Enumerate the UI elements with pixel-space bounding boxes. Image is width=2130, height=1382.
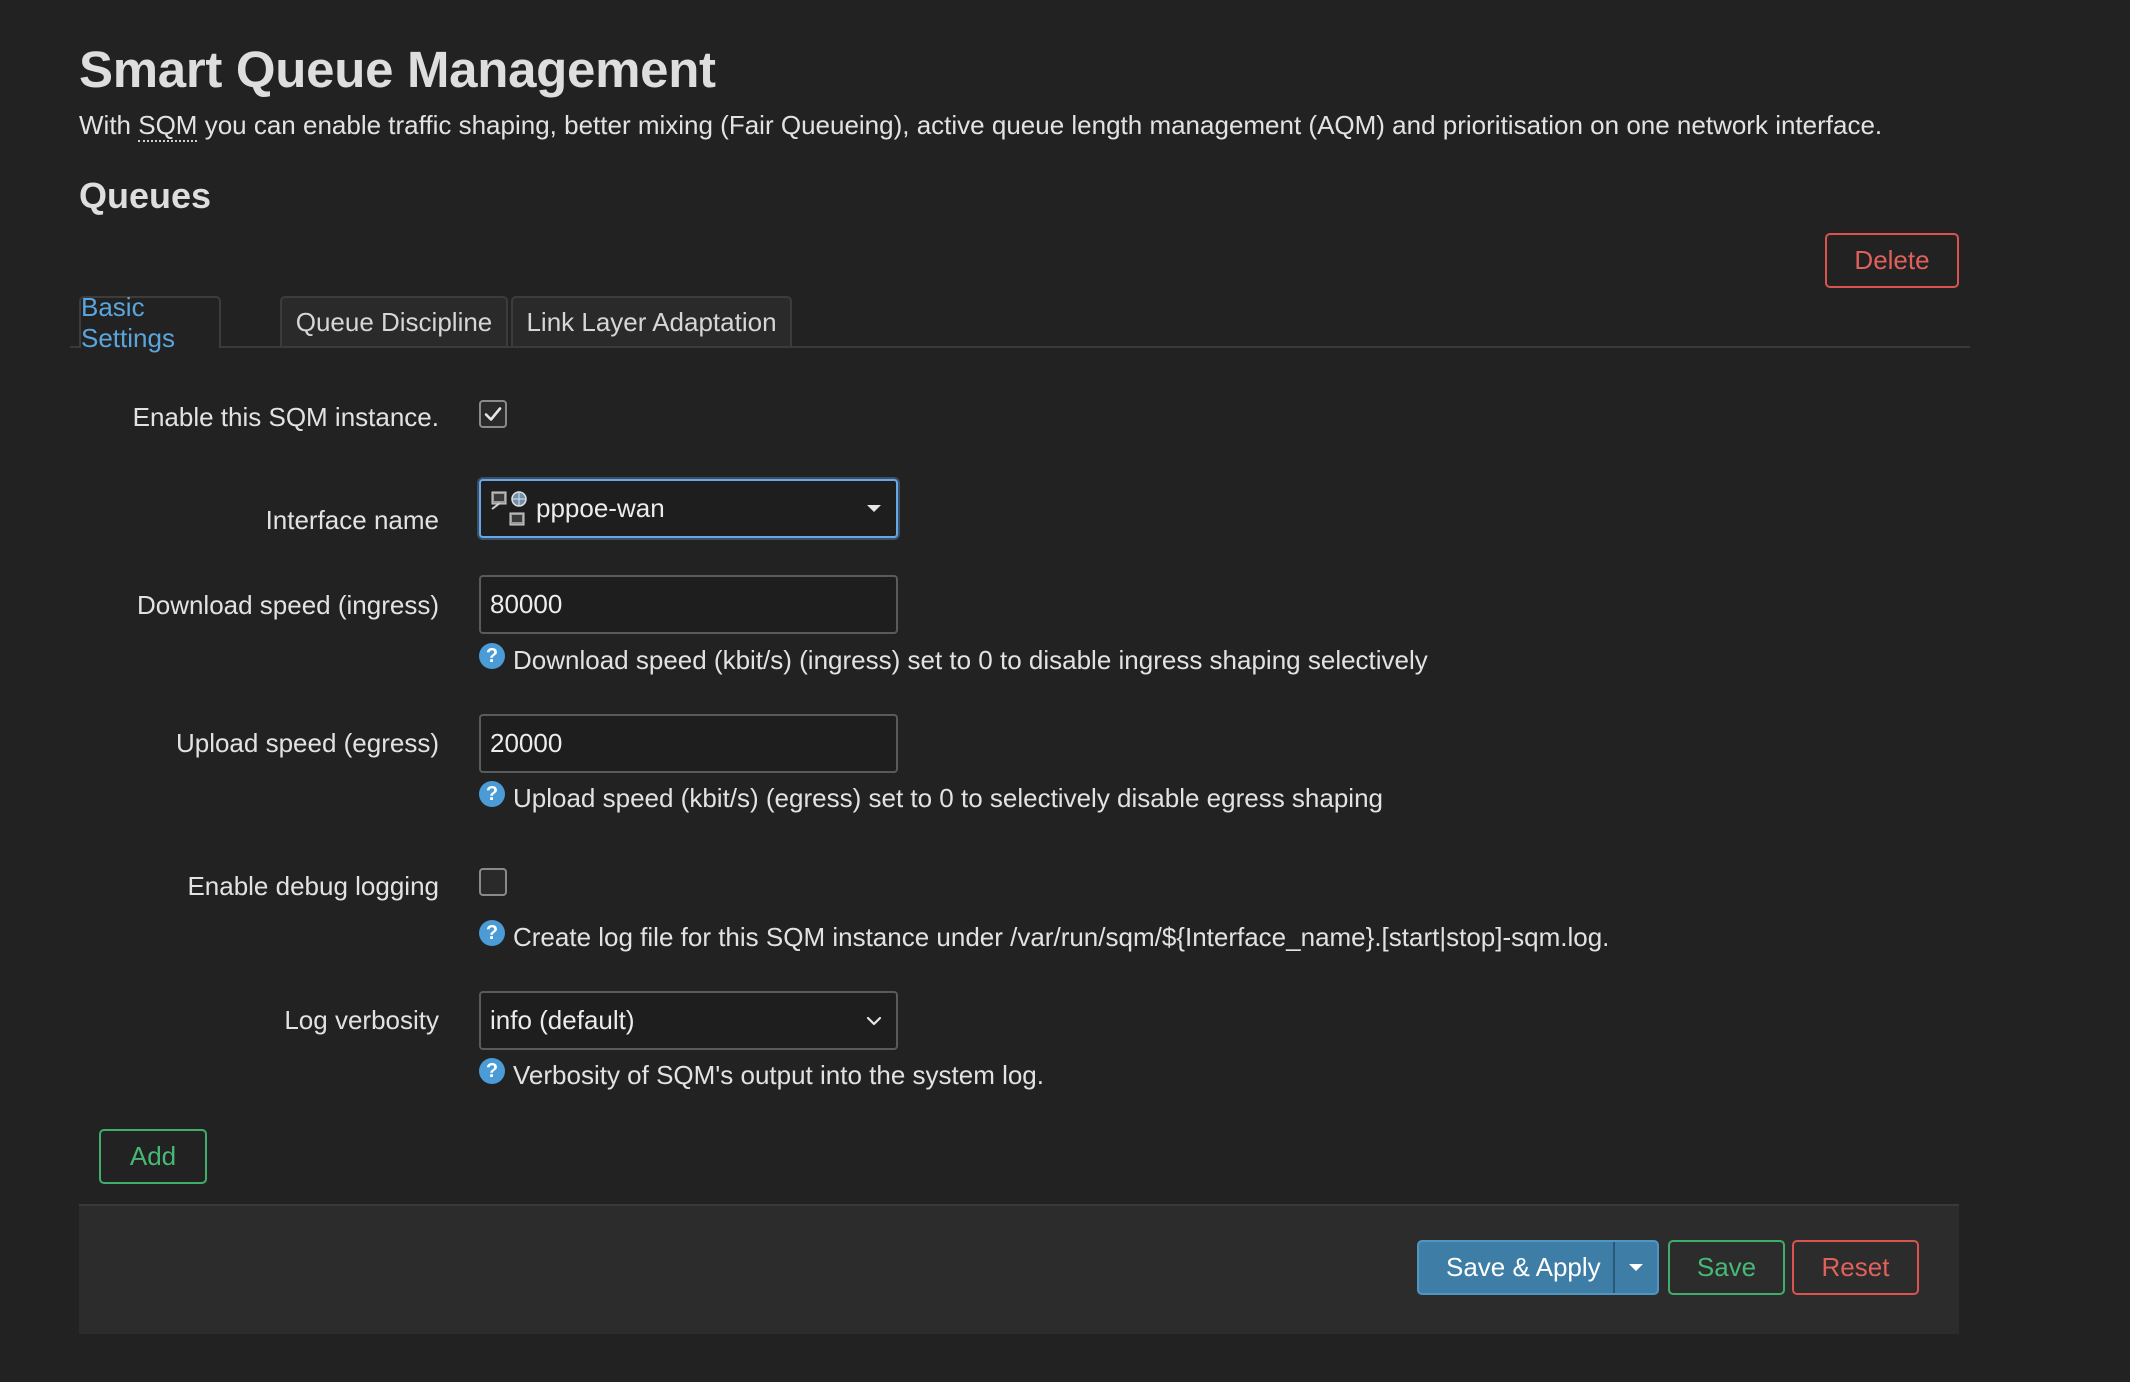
interface-name-value: pppoe-wan — [536, 493, 665, 523]
save-apply-dropdown-icon[interactable] — [1615, 1242, 1657, 1293]
checkmark-icon — [484, 407, 502, 421]
description-prefix: With — [79, 110, 139, 140]
download-speed-input[interactable] — [479, 575, 898, 634]
upload-speed-input[interactable] — [479, 714, 898, 773]
help-icon: ? — [479, 643, 505, 669]
download-speed-help-text: Download speed (kbit/s) (ingress) set to… — [513, 644, 1428, 675]
tab-label: Queue Discipline — [295, 306, 493, 337]
enable-instance-checkbox[interactable] — [479, 400, 507, 428]
log-verbosity-value: info (default) — [490, 1005, 635, 1035]
help-icon: ? — [479, 1058, 505, 1084]
tab-basic-settings[interactable]: Basic Settings — [79, 292, 221, 353]
page-title: Smart Queue Management — [79, 41, 716, 98]
reset-button[interactable]: Reset — [1792, 1240, 1919, 1295]
chevron-down-icon — [866, 1015, 882, 1027]
tab-bar: Basic Settings Queue Discipline Link Lay… — [70, 292, 1970, 353]
log-verbosity-help: ? Verbosity of SQM's output into the sys… — [479, 1058, 1044, 1092]
tab-link-layer-adaptation[interactable]: Link Layer Adaptation — [511, 296, 792, 346]
tab-queue-discipline[interactable]: Queue Discipline — [280, 296, 508, 346]
dropdown-caret-icon — [866, 504, 882, 514]
upload-speed-help: ? Upload speed (kbit/s) (egress) set to … — [479, 781, 1383, 815]
save-apply-label[interactable]: Save & Apply — [1419, 1242, 1615, 1293]
sqm-abbreviation[interactable]: SQM — [138, 110, 198, 142]
page-description: With SQM you can enable traffic shaping,… — [79, 110, 1883, 142]
network-interface-icon — [491, 490, 527, 525]
add-button[interactable]: Add — [99, 1129, 207, 1184]
download-speed-label: Download speed (ingress) — [136, 590, 439, 620]
log-verbosity-select[interactable]: info (default) — [479, 991, 898, 1050]
debug-logging-help: ? Create log file for this SQM instance … — [479, 920, 1609, 954]
save-button[interactable]: Save — [1668, 1240, 1785, 1295]
save-apply-button[interactable]: Save & Apply — [1417, 1240, 1659, 1295]
delete-button[interactable]: Delete — [1825, 233, 1959, 288]
tab-label: Link Layer Adaptation — [526, 306, 777, 337]
upload-speed-label: Upload speed (egress) — [175, 728, 439, 758]
tab-label: Basic Settings — [81, 292, 175, 353]
debug-logging-help-text: Create log file for this SQM instance un… — [513, 921, 1610, 952]
enable-instance-label: Enable this SQM instance. — [132, 402, 439, 432]
description-suffix: you can enable traffic shaping, better m… — [197, 110, 1883, 140]
help-icon: ? — [479, 920, 505, 946]
log-verbosity-help-text: Verbosity of SQM's output into the syste… — [513, 1059, 1044, 1090]
debug-logging-checkbox[interactable] — [479, 868, 507, 896]
help-icon: ? — [479, 781, 505, 807]
interface-name-select[interactable]: pppoe-wan — [479, 479, 898, 538]
upload-speed-help-text: Upload speed (kbit/s) (egress) set to 0 … — [513, 782, 1383, 813]
section-title-queues: Queues — [79, 175, 212, 216]
interface-name-label: Interface name — [265, 505, 439, 535]
log-verbosity-label: Log verbosity — [284, 1005, 439, 1035]
debug-logging-label: Enable debug logging — [187, 871, 439, 901]
download-speed-help: ? Download speed (kbit/s) (ingress) set … — [479, 643, 1428, 677]
